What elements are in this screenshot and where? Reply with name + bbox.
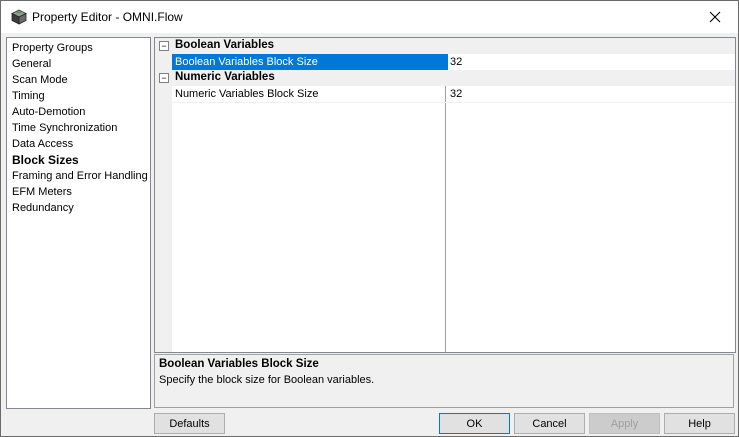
group-item-auto-demotion[interactable]: Auto-Demotion xyxy=(12,104,85,120)
collapse-icon[interactable]: − xyxy=(159,41,169,51)
close-icon xyxy=(709,11,721,23)
apply-button[interactable]: Apply xyxy=(589,413,660,434)
group-item-data-access[interactable]: Data Access xyxy=(12,136,73,152)
description-text: Specify the block size for Boolean varia… xyxy=(159,374,375,386)
close-button[interactable] xyxy=(692,1,738,33)
window-title: Property Editor - OMNI.Flow xyxy=(32,10,183,24)
help-button[interactable]: Help xyxy=(664,413,735,434)
cancel-button[interactable]: Cancel xyxy=(514,413,585,434)
category-label: Numeric Variables xyxy=(175,71,275,83)
cube-app-icon xyxy=(11,9,27,25)
property-name: Numeric Variables Block Size xyxy=(175,88,319,100)
property-groups-list: Property Groups General Scan Mode Timing… xyxy=(6,37,151,409)
property-editor-window: Property Editor - OMNI.Flow Property Gro… xyxy=(0,0,739,437)
group-item-time-synchronization[interactable]: Time Synchronization xyxy=(12,120,117,136)
description-title: Boolean Variables Block Size xyxy=(159,358,319,370)
group-item-timing[interactable]: Timing xyxy=(12,88,45,104)
group-item-redundancy[interactable]: Redundancy xyxy=(12,200,74,216)
property-value-field[interactable]: 32 xyxy=(450,86,462,102)
defaults-button[interactable]: Defaults xyxy=(154,413,225,434)
title-bar: Property Editor - OMNI.Flow xyxy=(1,1,738,33)
group-item-general[interactable]: General xyxy=(12,56,51,72)
collapse-icon[interactable]: − xyxy=(159,73,169,83)
property-value-field[interactable]: 32 xyxy=(450,54,462,70)
group-item-framing-error-handling[interactable]: Framing and Error Handling xyxy=(12,168,148,184)
description-panel: Boolean Variables Block Size Specify the… xyxy=(154,354,734,408)
property-grid: − Boolean Variables Boolean Variables Bl… xyxy=(154,37,736,353)
property-name: Boolean Variables Block Size xyxy=(172,54,448,70)
property-groups-header: Property Groups xyxy=(12,42,93,54)
ok-button[interactable]: OK xyxy=(439,413,510,434)
category-numeric-variables: − Numeric Variables xyxy=(155,70,735,86)
group-item-efm-meters[interactable]: EFM Meters xyxy=(12,184,72,200)
property-row-numeric-block-size[interactable]: Numeric Variables Block Size 32 xyxy=(172,86,735,103)
property-row-boolean-block-size[interactable]: Boolean Variables Block Size 32 xyxy=(172,54,735,71)
group-item-scan-mode[interactable]: Scan Mode xyxy=(12,72,68,88)
category-boolean-variables: − Boolean Variables xyxy=(155,38,735,54)
group-item-block-sizes[interactable]: Block Sizes xyxy=(12,152,79,168)
category-label: Boolean Variables xyxy=(175,39,275,51)
